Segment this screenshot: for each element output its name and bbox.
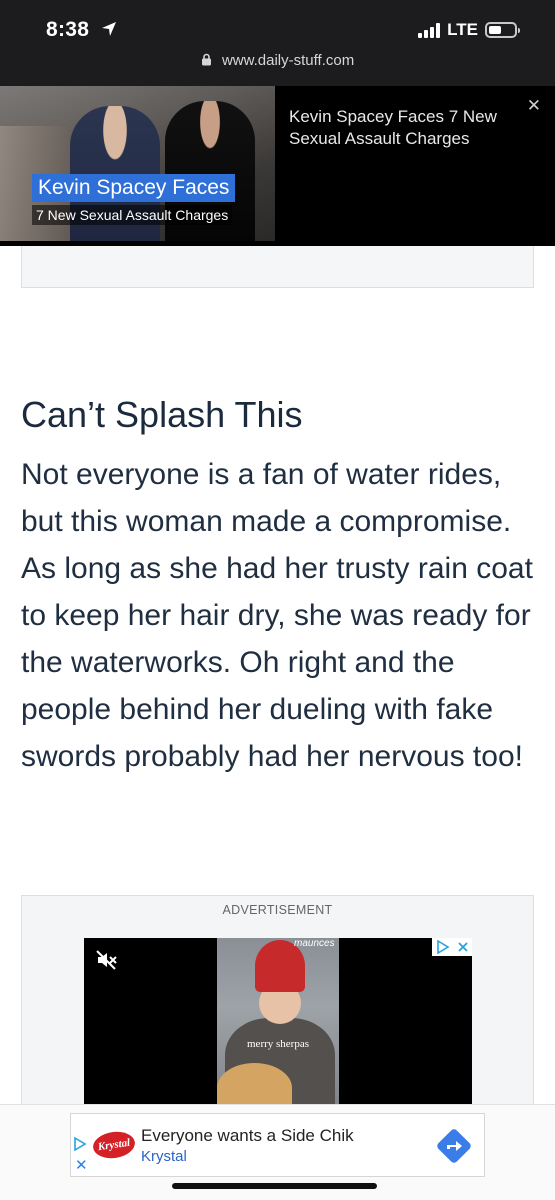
location-arrow-icon xyxy=(101,19,117,43)
network-type: LTE xyxy=(447,20,478,39)
directions-arrow-icon[interactable] xyxy=(436,1128,472,1164)
video-thumbnail[interactable]: Kevin Spacey Faces 7 New Sexual Assault … xyxy=(0,86,275,241)
video-caption-subline: 7 New Sexual Assault Charges xyxy=(32,205,233,225)
krystal-logo: Krystal xyxy=(91,1129,137,1161)
lock-icon xyxy=(201,53,212,70)
sticky-ad-advertiser: Krystal xyxy=(141,1148,187,1165)
status-time: 8:38 xyxy=(46,18,117,43)
advertisement-label: ADVERTISEMENT xyxy=(222,903,333,917)
close-icon[interactable]: ✕ xyxy=(527,96,541,116)
ad-brand-watermark: maunces xyxy=(294,938,335,949)
video-caption-headline: Kevin Spacey Faces xyxy=(32,174,236,202)
video-title[interactable]: Kevin Spacey Faces 7 New Sexual Assault … xyxy=(289,106,519,150)
url-text: www.daily-stuff.com xyxy=(221,52,355,69)
status-bar: 8:38 LTE www.daily-stuff.com xyxy=(0,0,555,86)
mute-icon[interactable] xyxy=(96,950,118,975)
adchoices-icon[interactable] xyxy=(432,938,472,956)
battery-icon xyxy=(485,22,520,38)
adchoices-icon[interactable] xyxy=(73,1136,87,1157)
advertisement-box: ADVERTISEMENT maunces merry sherpas xyxy=(21,895,534,1110)
sticky-ad[interactable]: ✕ Krystal Everyone wants a Side Chik Kry… xyxy=(70,1113,485,1177)
content-box xyxy=(21,246,534,288)
address-bar[interactable]: www.daily-stuff.com xyxy=(0,52,555,70)
section-heading: Can’t Splash This xyxy=(21,394,303,435)
video-ad-banner[interactable]: Kevin Spacey Faces 7 New Sexual Assault … xyxy=(0,86,555,246)
sticky-ad-title: Everyone wants a Side Chik xyxy=(141,1126,354,1145)
ad-overlay-text: merry sherpas xyxy=(247,1038,310,1050)
cellular-signal-icon xyxy=(418,22,441,38)
status-indicators: LTE xyxy=(418,20,520,40)
ad-video-player[interactable]: maunces merry sherpas xyxy=(84,938,472,1110)
clock-text: 8:38 xyxy=(46,18,90,41)
ad-video-frame[interactable]: maunces merry sherpas xyxy=(217,938,339,1110)
home-indicator xyxy=(172,1183,377,1189)
close-icon[interactable]: ✕ xyxy=(75,1156,88,1174)
section-body: Not everyone is a fan of water rides, bu… xyxy=(21,458,533,773)
